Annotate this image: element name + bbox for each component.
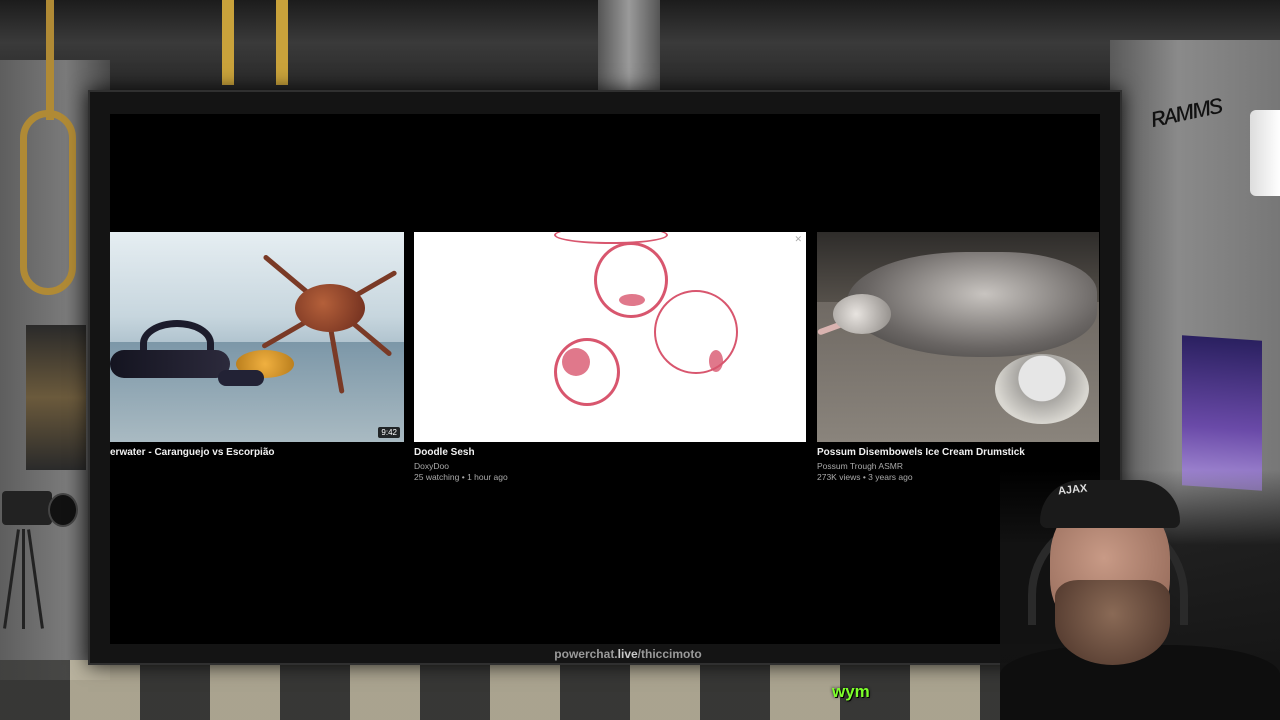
url-accent: live	[617, 647, 638, 661]
video-meta: 273K views • 3 years ago	[817, 472, 913, 482]
wall-lamp	[1250, 110, 1280, 196]
url-prefix: powerchat.	[554, 647, 618, 661]
webcam-overlay: AJAX	[1000, 470, 1280, 720]
ceiling-pipe	[598, 0, 660, 90]
channel-name[interactable]: Possum Trough ASMR	[817, 461, 903, 471]
video-meta: 25 watching • 1 hour ago	[414, 472, 508, 482]
video-title[interactable]: Doodle Sesh	[414, 447, 475, 458]
channel-name[interactable]: DoxyDoo	[414, 461, 449, 471]
video-camera-icon	[0, 485, 78, 635]
video-title[interactable]: erwater - Caranguejo vs Escorpião	[110, 447, 404, 458]
close-icon: ✕	[794, 234, 802, 244]
possum-thumbnail[interactable]	[817, 232, 1099, 442]
url-suffix: /thiccimoto	[637, 647, 702, 661]
ceiling-rope-left	[222, 0, 234, 85]
noose-decoration	[20, 0, 80, 300]
crab-scorpion-thumbnail[interactable]: 9:42	[110, 232, 404, 442]
video-duration: 9:42	[378, 427, 400, 438]
tv-screen: 9:42 erwater - Caranguejo vs Escorpião ✕…	[110, 114, 1100, 644]
ceiling-rope-right	[276, 0, 288, 85]
wall-portrait-left	[26, 325, 86, 470]
sketch-thumbnail[interactable]: ✕	[414, 232, 806, 442]
video-title[interactable]: Possum Disembowels Ice Cream Drumstick	[817, 447, 1025, 458]
wall-poster-right	[1182, 335, 1262, 491]
chat-message: wym	[832, 682, 870, 701]
